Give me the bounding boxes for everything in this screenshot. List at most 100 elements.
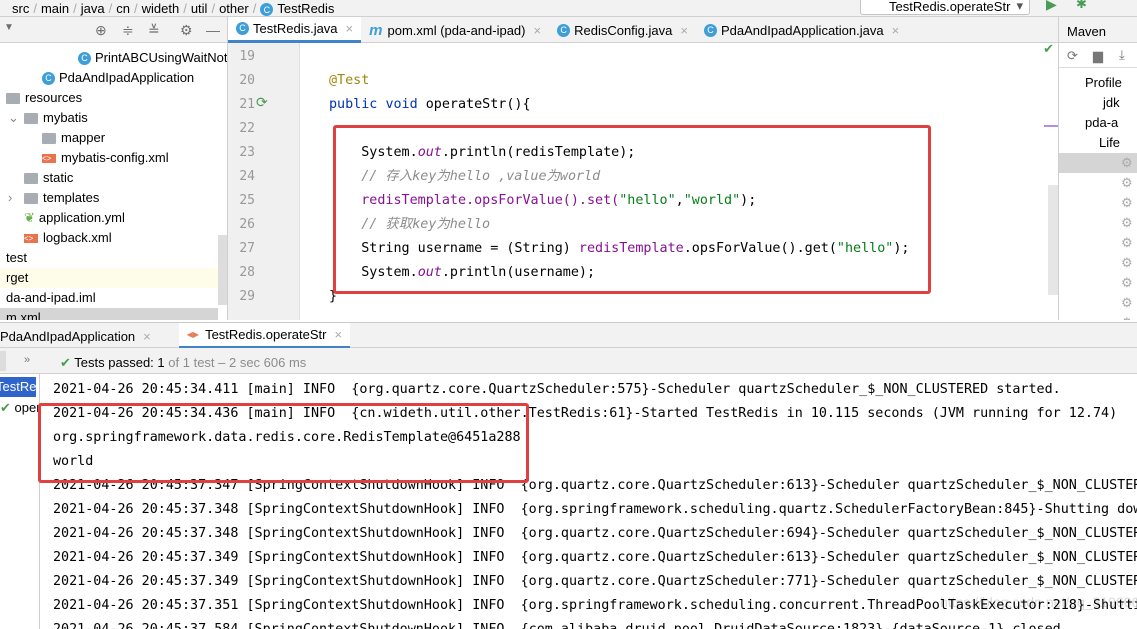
collapse-all-icon[interactable]: ≚ bbox=[148, 22, 160, 39]
reload-icon[interactable]: ⟳ bbox=[1067, 48, 1078, 64]
pass-check-icon: ✔ bbox=[0, 400, 11, 415]
tree-item-label: m.xml bbox=[6, 310, 41, 320]
maven-item-label: pda-a bbox=[1085, 115, 1119, 130]
gear-icon[interactable]: ⚙ bbox=[1121, 155, 1133, 171]
editor-tab[interactable]: C PdaAndIpadApplication.java × bbox=[696, 17, 907, 43]
breadcrumb-item[interactable]: src bbox=[12, 2, 29, 16]
gear-icon[interactable]: ⚙ bbox=[1121, 315, 1133, 320]
more-icon[interactable]: » bbox=[24, 354, 30, 366]
close-icon[interactable]: × bbox=[534, 23, 542, 38]
breadcrumb-item[interactable]: main bbox=[41, 2, 69, 16]
chevron-right-icon[interactable]: › bbox=[8, 188, 12, 208]
close-icon[interactable]: × bbox=[334, 327, 342, 342]
breadcrumb-separator: / bbox=[73, 1, 77, 16]
maven-tree-item[interactable]: pda-a bbox=[1085, 113, 1137, 133]
tree-item[interactable]: C PdaAndIpadApplication bbox=[0, 68, 218, 88]
console-line: 2021-04-26 20:45:37.584 [SpringContextSh… bbox=[53, 618, 1061, 629]
tree-item-label: da-and-ipad.iml bbox=[6, 290, 96, 305]
breadcrumb-item[interactable]: other bbox=[219, 2, 249, 16]
pass-check-icon: ✔ bbox=[60, 355, 71, 370]
close-icon[interactable]: × bbox=[143, 329, 151, 344]
console-line: 2021-04-26 20:45:37.351 [SpringContextSh… bbox=[53, 598, 1137, 613]
maven-tree-item[interactable]: Profile bbox=[1085, 73, 1137, 93]
editor-scrollbar[interactable] bbox=[1048, 185, 1058, 295]
breadcrumb-separator: / bbox=[183, 1, 187, 16]
debug-icon[interactable]: ✱ bbox=[1076, 0, 1087, 12]
test-node-method[interactable]: ✔ oper bbox=[0, 398, 39, 418]
breadcrumb-item[interactable]: wideth bbox=[142, 2, 180, 16]
gear-icon[interactable]: ⚙ bbox=[180, 22, 193, 39]
breadcrumb-separator: / bbox=[108, 1, 113, 16]
editor-tab[interactable]: C RedisConfig.java × bbox=[549, 17, 696, 43]
tree-item[interactable]: test bbox=[0, 248, 218, 268]
breadcrumb-item[interactable]: TestRedis bbox=[277, 2, 334, 16]
test-node-class[interactable]: TestRed bbox=[0, 377, 39, 397]
console-line: 2021-04-26 20:45:37.349 [SpringContextSh… bbox=[53, 574, 1137, 589]
tree-item[interactable]: ⌄ mybatis bbox=[0, 108, 218, 128]
gear-icon[interactable]: ⚙ bbox=[1121, 275, 1133, 291]
tree-item[interactable]: static bbox=[0, 168, 218, 188]
console-line: 2021-04-26 20:45:37.349 [SpringContextSh… bbox=[53, 550, 1137, 565]
run-tab[interactable]: ◀▶ TestRedis.operateStr × bbox=[178, 323, 351, 349]
line-number: 21 bbox=[239, 97, 255, 112]
close-icon[interactable]: × bbox=[892, 23, 900, 38]
line-number: 26 bbox=[239, 217, 255, 232]
maven-item-label: Profile bbox=[1085, 75, 1122, 90]
java-class-icon: C bbox=[236, 22, 249, 35]
scrollbar[interactable] bbox=[218, 235, 227, 305]
tree-item[interactable]: mapper bbox=[0, 128, 218, 148]
tree-item-label: application.yml bbox=[38, 210, 125, 225]
console-line: 2021-04-26 20:45:37.348 [SpringContextSh… bbox=[53, 502, 1137, 517]
download-icon[interactable]: ⤓ bbox=[1119, 47, 1125, 63]
gear-icon[interactable]: ⚙ bbox=[1121, 235, 1133, 251]
chevron-down-icon[interactable]: ⌄ bbox=[8, 108, 19, 128]
tree-item[interactable]: m.xml bbox=[0, 308, 218, 320]
locate-icon[interactable]: ⊕ bbox=[95, 22, 107, 39]
maven-panel-title: Maven bbox=[1058, 17, 1137, 43]
tree-item[interactable]: C PrintABCUsingWaitNoti bbox=[0, 48, 227, 68]
project-toolbar: ▼ ⊕ ≑ ≚ ⚙ — bbox=[0, 17, 228, 43]
run-tab[interactable]: PdaAndIpadApplication × bbox=[0, 323, 159, 349]
gear-icon[interactable]: ⚙ bbox=[1121, 255, 1133, 271]
close-icon[interactable]: × bbox=[680, 23, 688, 38]
maven-tree-item[interactable]: jdk bbox=[1103, 93, 1137, 113]
tab-label: RedisConfig.java bbox=[574, 22, 673, 38]
tree-item-label: mybatis bbox=[43, 110, 88, 125]
minimize-icon[interactable]: — bbox=[206, 22, 220, 38]
close-icon[interactable]: × bbox=[346, 21, 354, 36]
line-number: 19 bbox=[239, 49, 255, 64]
tree-item[interactable]: resources bbox=[0, 88, 218, 108]
tree-item[interactable]: ❦ application.yml bbox=[0, 208, 218, 228]
tree-item[interactable]: <> mybatis-config.xml bbox=[0, 148, 218, 168]
dropdown-icon[interactable]: ▼ bbox=[4, 22, 14, 33]
maven-item-label: jdk bbox=[1103, 95, 1120, 110]
tree-item[interactable]: da-and-ipad.iml bbox=[0, 288, 218, 308]
xml-file-icon: <> bbox=[24, 234, 38, 244]
add-project-icon[interactable]: ▆ bbox=[1093, 48, 1103, 64]
gear-icon[interactable]: ⚙ bbox=[1121, 215, 1133, 231]
breadcrumb-item[interactable]: cn bbox=[116, 2, 130, 16]
tree-item-label: templates bbox=[43, 190, 100, 205]
gear-icon[interactable]: ⚙ bbox=[1121, 175, 1133, 191]
run-test-gutter-icon[interactable]: ⟳ bbox=[256, 94, 268, 111]
breadcrumb-item[interactable]: util bbox=[191, 2, 208, 16]
breadcrumb-item[interactable]: java bbox=[81, 2, 105, 16]
tree-item[interactable]: › templates bbox=[0, 188, 218, 208]
tree-item-label: rget bbox=[6, 270, 29, 285]
run-icon[interactable]: ▶ bbox=[1046, 0, 1057, 13]
breadcrumb-separator: / bbox=[211, 1, 216, 16]
maven-tree: ⟳ ▆ ⤓ Profile jdk pda-a Life ⚙ ⚙ ⚙ ⚙ ⚙ ⚙ ⚙ ⚙ ⚙ bbox=[1058, 43, 1137, 320]
tab-label: PdaAndIpadApplication.java bbox=[720, 22, 884, 38]
tab-label: TestRedis.operateStr bbox=[205, 327, 327, 342]
expand-all-icon[interactable]: ≑ bbox=[122, 22, 134, 39]
tree-item[interactable]: <> logback.xml bbox=[0, 228, 218, 248]
tree-item-label: logback.xml bbox=[43, 230, 112, 245]
tree-item[interactable]: rget bbox=[0, 268, 218, 288]
console-line: 2021-04-26 20:45:34.411 [main] INFO {org… bbox=[53, 382, 1061, 397]
gear-icon[interactable]: ⚙ bbox=[1121, 295, 1133, 311]
run-config-select[interactable]: TestRedis.operateStr ▾ bbox=[860, 0, 1030, 15]
editor-tab[interactable]: m pom.xml (pda-and-ipad) × bbox=[361, 17, 549, 43]
editor-tab[interactable]: C TestRedis.java × bbox=[228, 17, 362, 43]
maven-tree-item[interactable]: Life bbox=[1099, 133, 1137, 153]
gear-icon[interactable]: ⚙ bbox=[1121, 195, 1133, 211]
